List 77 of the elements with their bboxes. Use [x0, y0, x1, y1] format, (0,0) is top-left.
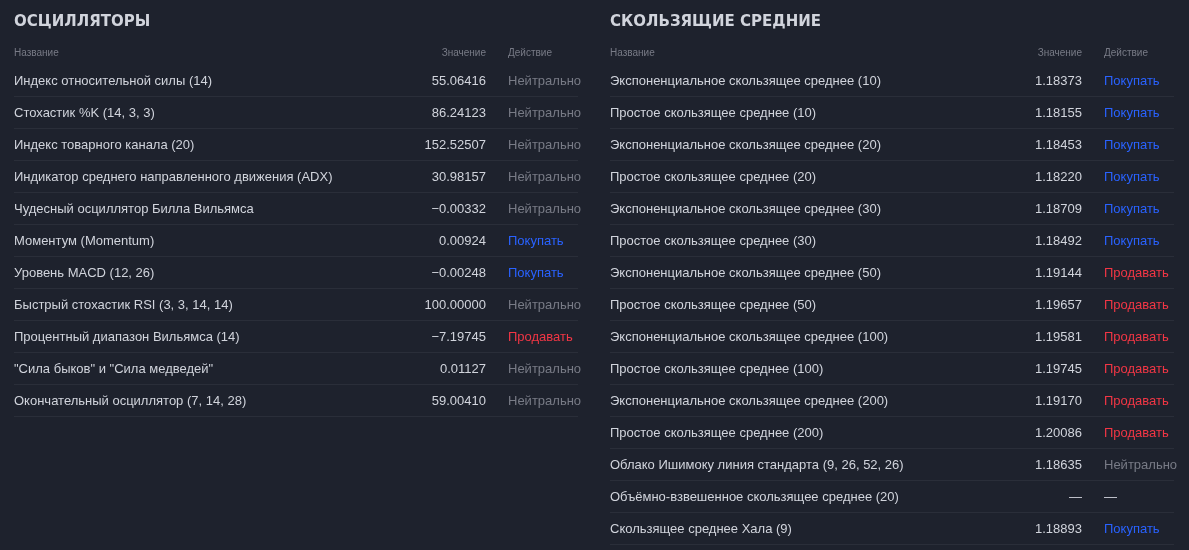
indicator-value: 100.00000	[423, 297, 486, 312]
indicator-name: Скользящее среднее Хала (9)	[610, 521, 793, 536]
column-header: Значение	[1036, 46, 1082, 58]
indicator-value: −7.19745	[430, 329, 486, 344]
indicator-value: 30.98157	[430, 169, 486, 184]
column-header: Название	[14, 46, 60, 58]
indicator-value: 1.19657	[1034, 297, 1082, 312]
indicator-value: 86.24123	[430, 105, 486, 120]
action-label: Покупать	[1104, 169, 1161, 184]
indicator-name: Окончательный осциллятор (7, 14, 28)	[14, 393, 248, 408]
column-header: Название	[610, 46, 656, 58]
indicator-value: 0.01127	[438, 361, 486, 376]
indicator-name: Простое скользящее среднее (30)	[610, 233, 818, 248]
action-label: Покупать	[1104, 105, 1161, 120]
indicator-value: 59.00410	[430, 393, 486, 408]
indicator-value: −0.00248	[430, 265, 486, 280]
indicator-value: 1.18893	[1034, 521, 1082, 536]
indicator-value: −0.00332	[430, 201, 486, 216]
indicator-name: Моментум (Momentum)	[14, 233, 156, 248]
indicator-value: 1.18492	[1034, 233, 1082, 248]
indicator-name: Экспоненциальное скользящее среднее (100)	[610, 329, 890, 344]
indicator-value: 1.18635	[1034, 457, 1082, 472]
indicator-name: Уровень MACD (12, 26)	[14, 265, 156, 280]
indicator-name: Простое скользящее среднее (100)	[610, 361, 825, 376]
indicator-value: —	[1068, 489, 1082, 504]
action-label: Продавать	[1104, 297, 1170, 312]
action-label: Покупать	[1104, 521, 1161, 536]
indicator-name: "Сила быков" и "Сила медведей"	[14, 361, 215, 376]
indicator-value: 1.18155	[1034, 105, 1082, 120]
action-label: Покупать	[1104, 137, 1161, 152]
indicator-value: 1.20086	[1034, 425, 1082, 440]
action-label: Продавать	[1104, 329, 1170, 344]
indicator-name: Простое скользящее среднее (50)	[610, 297, 818, 312]
column-header: Действие	[1104, 46, 1149, 58]
indicator-value: 1.19581	[1034, 329, 1082, 344]
indicator-value: 1.18709	[1034, 201, 1082, 216]
column-header: Значение	[440, 46, 486, 58]
indicator-name: Облако Ишимоку линия стандарта (9, 26, 52, 26)	[610, 457, 905, 472]
indicator-value: 1.19170	[1034, 393, 1082, 408]
action-label: Покупать	[1104, 233, 1161, 248]
indicator-value: 55.06416	[430, 73, 486, 88]
action-label: Продавать	[1104, 393, 1170, 408]
indicator-value: 1.18453	[1034, 137, 1082, 152]
indicator-name: Индекс товарного канала (20)	[14, 137, 196, 152]
action-label: Покупать	[1104, 201, 1161, 216]
action-label: Продавать	[1104, 265, 1170, 280]
action-label: Продавать	[508, 329, 574, 344]
indicator-name: Экспоненциальное скользящее среднее (200)	[610, 393, 890, 408]
indicator-name: Простое скользящее среднее (20)	[610, 169, 818, 184]
indicator-value: 0.00924	[438, 233, 486, 248]
indicator-name: Индекс относительной силы (14)	[14, 73, 214, 88]
indicator-name: Стохастик %K (14, 3, 3)	[14, 105, 156, 120]
action-label: Продавать	[1104, 361, 1170, 376]
action-label: Покупать	[1104, 73, 1161, 88]
section-title: ОСЦИЛЛЯТОРЫ	[14, 11, 152, 31]
action-label: —	[1104, 489, 1118, 504]
indicator-name: Простое скользящее среднее (200)	[610, 425, 825, 440]
action-label: Покупать	[508, 265, 565, 280]
action-label: Продавать	[1104, 425, 1170, 440]
section-title: СКОЛЬЗЯЩИЕ СРЕДНИЕ	[610, 11, 822, 31]
indicator-name: Быстрый стохастик RSI (3, 3, 14, 14)	[14, 297, 234, 312]
indicator-name: Экспоненциальное скользящее среднее (30)	[610, 201, 882, 216]
column-header: Действие	[508, 46, 553, 58]
indicator-name: Объёмно-взвешенное скользящее среднее (20)	[610, 489, 900, 504]
indicator-name: Индикатор среднего направленного движения (ADX)	[14, 169, 334, 184]
indicator-value: 1.19745	[1034, 361, 1082, 376]
indicator-value: 1.18373	[1034, 73, 1082, 88]
indicator-value: 1.19144	[1034, 265, 1082, 280]
indicator-name: Экспоненциальное скользящее среднее (20)	[610, 137, 882, 152]
indicator-name: Экспоненциальное скользящее среднее (50)	[610, 265, 882, 280]
indicator-name: Процентный диапазон Вильямса (14)	[14, 329, 241, 344]
indicator-name: Чудесный осциллятор Билла Вильямса	[14, 201, 255, 216]
indicator-value: 152.52507	[423, 137, 486, 152]
indicator-name: Экспоненциальное скользящее среднее (10)	[610, 73, 882, 88]
indicator-value: 1.18220	[1034, 169, 1082, 184]
action-label: Покупать	[508, 233, 565, 248]
indicator-name: Простое скользящее среднее (10)	[610, 105, 818, 120]
